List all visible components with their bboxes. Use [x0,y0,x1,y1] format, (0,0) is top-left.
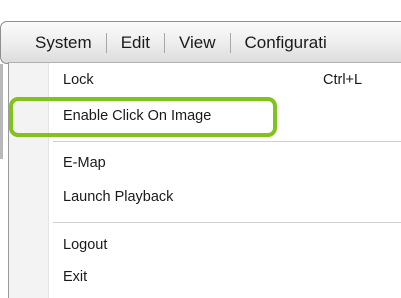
app-window: System Edit View Configurati Lock Ctrl+L… [0,0,401,298]
menu-view[interactable]: View [165,33,230,53]
menu-separator [53,141,401,142]
menu-item-emap[interactable]: E-Map [63,152,106,174]
menu-item-launch-playback[interactable]: Launch Playback [63,186,173,208]
menu-bar: System Edit View Configurati [0,21,401,64]
menu-item-exit[interactable]: Exit [63,266,87,288]
system-dropdown-menu: Lock Ctrl+L Enable Click On Image E-Map … [8,62,401,298]
menu-edit[interactable]: Edit [107,33,164,53]
menu-system[interactable]: System [21,33,106,53]
menu-item-lock[interactable]: Lock [63,69,94,91]
menu-configuration[interactable]: Configurati [231,33,341,53]
menu-item-logout[interactable]: Logout [63,234,107,256]
menu-separator [53,222,401,223]
window-edge [0,64,3,159]
menu-gutter [9,63,49,298]
shortcut-lock: Ctrl+L [323,72,363,88]
menu-item-enable-click-on-image[interactable]: Enable Click On Image [63,105,211,127]
